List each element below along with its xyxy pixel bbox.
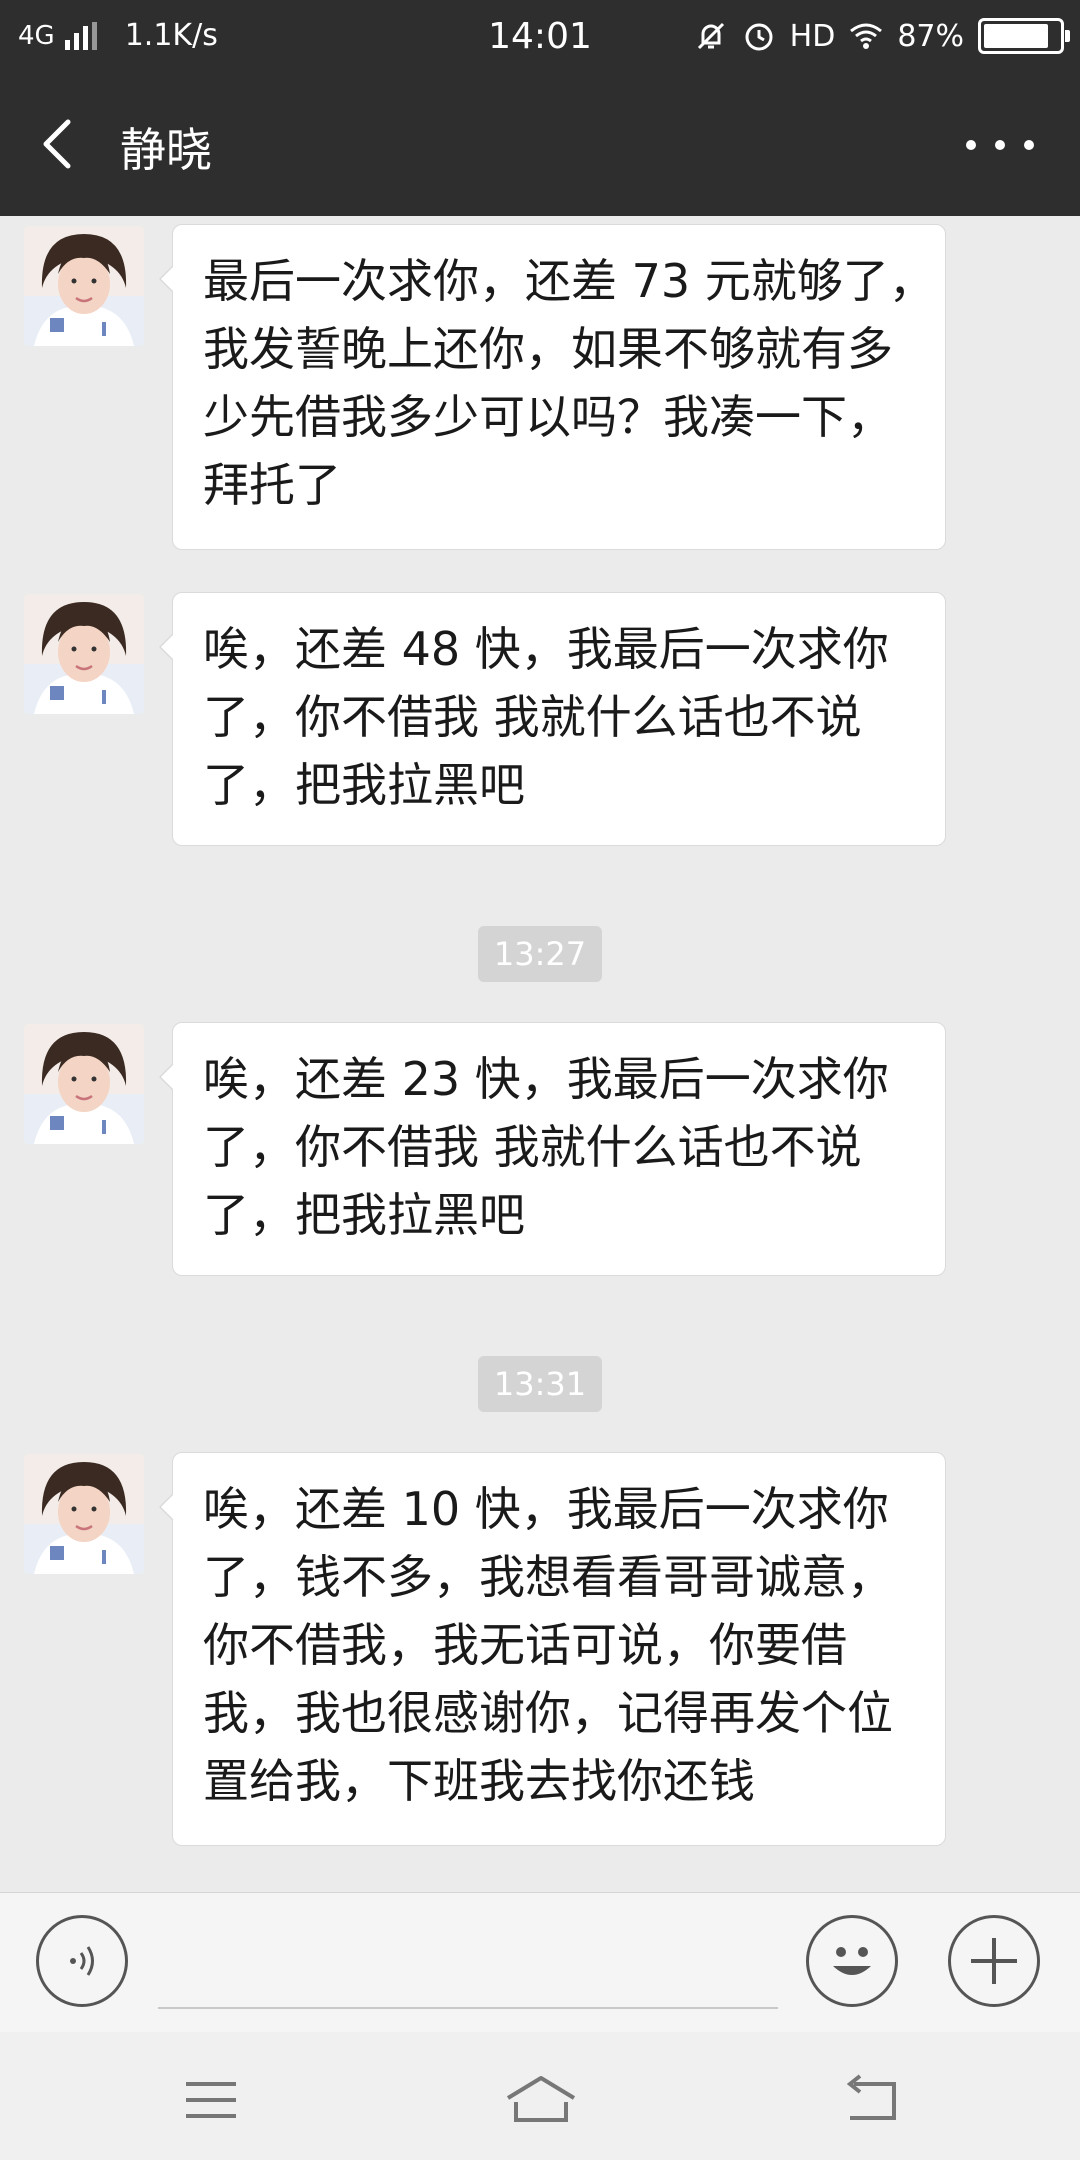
avatar[interactable] (24, 1024, 144, 1144)
chat-title: 静晓 (120, 123, 212, 177)
chevron-left-icon[interactable] (30, 112, 90, 176)
home-icon[interactable] (496, 2072, 586, 2128)
message-text: 我，我也很感谢你，记得再发个位 (203, 1686, 893, 1740)
message-bubble[interactable]: 唉，还差 23 快，我最后一次求你 了，你不借我 我就什么话也不说 了，把我拉黑吧 (159, 1022, 946, 1276)
status-bar: 4G 1.1K/s 14:01 HD 87% (0, 0, 1080, 72)
message-text: 了，你不借我 我就什么话也不说 (203, 690, 862, 744)
mute-icon (697, 22, 724, 50)
back-icon[interactable] (826, 2072, 916, 2128)
message-text: 了，把我拉黑吧 (203, 758, 525, 812)
timestamp: 13:27 (478, 926, 602, 982)
message-bubble[interactable]: 最后一次求你，还差 73 元就够了， 我发誓晚上还你，如果不够就有多 少先借我多少可… (159, 224, 946, 550)
message-text: 唉，还差 23 快，我最后一次求你 (203, 1052, 889, 1106)
message-text: 最后一次求你，还差 73 元就够了， (203, 254, 935, 308)
message-text: 置给我，下班我去找你还钱 (203, 1754, 755, 1808)
hd-label: HD (789, 18, 836, 54)
message-input[interactable] (158, 1915, 778, 2009)
message-text: 了，把我拉黑吧 (203, 1188, 525, 1242)
avatar[interactable] (24, 226, 144, 346)
more-dots-icon[interactable] (960, 122, 1040, 166)
input-bar (0, 1892, 1080, 2033)
status-right: HD 87% (694, 18, 1070, 54)
emoji-glyph (833, 1947, 871, 1975)
battery-icon (978, 18, 1070, 54)
avatar[interactable] (24, 1454, 144, 1574)
message-bubble[interactable]: 唉，还差 48 快，我最后一次求你 了，你不借我 我就什么话也不说 了，把我拉黑吧 (159, 592, 946, 846)
plus-icon[interactable] (948, 1915, 1040, 2007)
navigation-bar (0, 2032, 1080, 2160)
menu-icon[interactable] (166, 2072, 256, 2128)
voice-icon[interactable] (36, 1915, 128, 2007)
message-bubble[interactable]: 唉，还差 10 快，我最后一次求你 了，钱不多，我想看看哥哥诚意， 你不借我，我无话… (159, 1452, 946, 1846)
message-text: 了，你不借我 我就什么话也不说 (203, 1120, 862, 1174)
avatar[interactable] (24, 594, 144, 714)
message-text: 唉，还差 48 快，我最后一次求你 (203, 622, 889, 676)
message-text: 了，钱不多，我想看看哥哥诚意， (203, 1550, 893, 1604)
wifi-icon (850, 23, 883, 49)
chat-header: 静晓 (0, 72, 1080, 216)
message-text: 少先借我多少可以吗？我凑一下， (203, 390, 893, 444)
message-text: 唉，还差 10 快，我最后一次求你 (203, 1482, 889, 1536)
emoji-icon[interactable] (806, 1915, 898, 2007)
message-text: 你不借我，我无话可说，你要借 (203, 1618, 847, 1672)
voice-glyph (70, 1946, 94, 1976)
alarm-icon (745, 23, 773, 51)
plus-glyph (971, 1938, 1017, 1984)
battery-percent: 87% (897, 18, 964, 54)
timestamp: 13:31 (478, 1356, 602, 1412)
message-text: 我发誓晚上还你，如果不够就有多 (203, 322, 893, 376)
message-text: 拜托了 (203, 458, 341, 512)
